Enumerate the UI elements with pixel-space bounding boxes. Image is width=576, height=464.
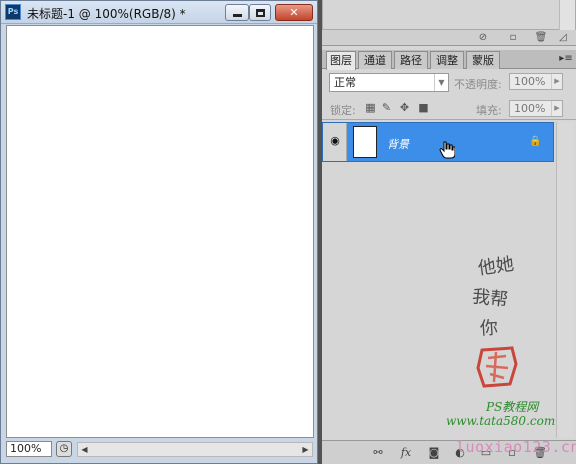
minimize-button[interactable] — [225, 4, 249, 21]
lock-fill-row: 锁定: ▦ ✎ ✥ ■ 填充: 100% ▶ — [322, 96, 576, 120]
fill-slider-arrow-icon[interactable]: ▶ — [551, 101, 562, 116]
fill-label: 填充: — [476, 104, 502, 117]
opacity-field[interactable]: 100% ▶ — [509, 73, 563, 90]
layer-lock-icon: 🔒 — [529, 136, 542, 147]
tab-masks[interactable]: 蒙版 — [466, 51, 500, 69]
document-status-bar: 100% ◷ ◀ ▶ — [1, 438, 317, 463]
link-layers-icon[interactable]: ⚯ — [370, 446, 386, 460]
panel-menu-icon[interactable]: ▸≡ — [559, 53, 573, 65]
layer-row-background[interactable]: ◉ 背景 🔒 — [322, 122, 554, 162]
watermark-overlay-url: luoxiao123.cn — [456, 438, 576, 456]
opacity-label: 不透明度: — [454, 78, 502, 91]
document-title-bar[interactable]: Ps 未标题-1 @ 100%(RGB/8) * ✕ — [1, 1, 317, 24]
upper-panel-scrollbar[interactable] — [559, 0, 575, 30]
close-icon: ✕ — [289, 6, 299, 19]
lock-transparency-icon[interactable]: ▦ — [364, 101, 377, 114]
document-title: 未标题-1 @ 100%(RGB/8) * — [27, 7, 186, 21]
opacity-slider-arrow-icon[interactable]: ▶ — [551, 74, 562, 89]
watermark-calligraphy-line3: 你 — [479, 317, 499, 340]
minimize-icon — [233, 14, 242, 17]
document-info-icon[interactable]: ◷ — [56, 441, 72, 457]
tab-layers[interactable]: 图层 — [326, 51, 356, 70]
document-window: Ps 未标题-1 @ 100%(RGB/8) * ✕ 100% ◷ ◀ ▶ — [0, 0, 318, 464]
hand-cursor-icon — [439, 141, 455, 159]
layer-visibility-toggle[interactable]: ◉ — [323, 123, 347, 161]
fill-value: 100% — [514, 102, 546, 115]
blend-opacity-row: 正常 ▼ 不透明度: 100% ▶ — [322, 70, 576, 94]
scroll-right-arrow-icon[interactable]: ▶ — [299, 443, 312, 456]
layers-panel-tabs: 图层 通道 路径 调整 蒙版 ▸≡ — [322, 50, 576, 70]
lock-all-icon[interactable]: ■ — [417, 101, 430, 114]
close-button[interactable]: ✕ — [275, 4, 313, 21]
opacity-value: 100% — [514, 75, 546, 88]
upper-panel-content — [322, 0, 576, 30]
tab-channels[interactable]: 通道 — [358, 51, 392, 69]
layer-name[interactable]: 背景 — [387, 136, 409, 152]
zoom-level-field[interactable]: 100% — [6, 441, 52, 457]
fill-field[interactable]: 100% ▶ — [509, 100, 563, 117]
layers-list-scrollbar[interactable] — [556, 122, 574, 438]
maximize-button[interactable] — [249, 4, 271, 21]
add-mask-icon[interactable]: ◙ — [426, 446, 442, 460]
expand-icon[interactable]: ◿ — [556, 31, 570, 45]
watermark-calligraphy-line2: 我帮 — [471, 286, 510, 311]
document-canvas[interactable] — [6, 25, 314, 438]
photoshop-app-icon: Ps — [5, 4, 21, 20]
watermark-site-url: www.tata580.com — [446, 414, 556, 428]
watermark-site-label: PS教程网 — [486, 400, 539, 414]
lock-label: 锁定: — [330, 104, 356, 117]
horizontal-scrollbar[interactable]: ◀ ▶ — [77, 442, 313, 457]
blend-mode-value: 正常 — [334, 76, 356, 89]
eye-icon: ◉ — [330, 134, 340, 147]
watermark-seal-stamp — [476, 346, 518, 388]
scroll-left-arrow-icon[interactable]: ◀ — [78, 443, 91, 456]
tab-adjustments[interactable]: 调整 — [430, 51, 464, 69]
new-item-icon[interactable]: ▫ — [506, 31, 520, 45]
maximize-icon — [256, 9, 265, 17]
fx-layer-style-icon[interactable]: fx — [398, 446, 414, 460]
trash-icon[interactable]: 🗑 — [534, 31, 548, 45]
upper-panel-footer: ⊘ ▫ 🗑 ◿ — [322, 30, 576, 46]
layer-thumbnail[interactable] — [353, 126, 377, 158]
clear-icon[interactable]: ⊘ — [476, 31, 490, 45]
lock-position-move-icon[interactable]: ✥ — [398, 101, 411, 114]
tab-paths[interactable]: 路径 — [394, 51, 428, 69]
chevron-down-icon: ▼ — [434, 74, 448, 91]
panels-dock: ⊘ ▫ 🗑 ◿ 图层 通道 路径 调整 蒙版 ▸≡ 正常 ▼ 不透明度: 100… — [322, 0, 576, 464]
lock-image-brush-icon[interactable]: ✎ — [380, 101, 393, 114]
blend-mode-select[interactable]: 正常 ▼ — [329, 73, 449, 92]
